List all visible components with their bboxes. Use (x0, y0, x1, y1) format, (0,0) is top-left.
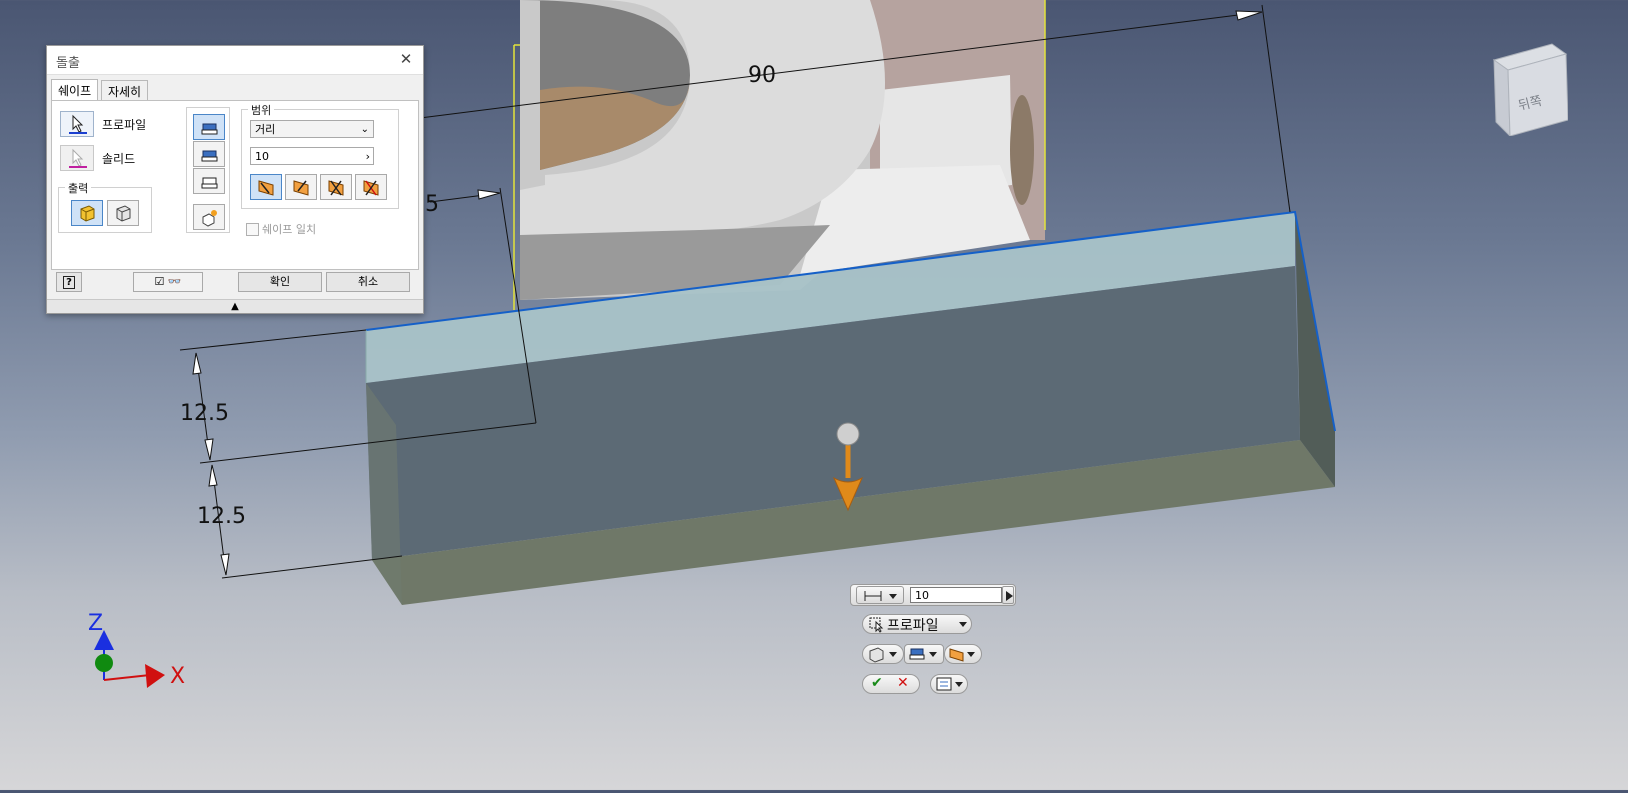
dialog-title: 돌출 (56, 56, 80, 71)
cancel-button[interactable]: 취소 (326, 272, 410, 292)
distance-input[interactable]: 10 › (250, 147, 374, 165)
cancel-x-icon[interactable]: ✕ (897, 675, 909, 691)
axis-z-label: Z (88, 611, 103, 636)
triangle-up-icon: ▲ (231, 301, 239, 312)
mini-ok-cancel-group: ✔ ✕ (862, 674, 920, 694)
dialog-title-bar[interactable]: 돌출 ✕ (47, 46, 423, 75)
asymmetric-button[interactable] (355, 174, 387, 200)
distance-input-value: 10 (255, 150, 269, 163)
ok-button[interactable]: 확인 (238, 272, 322, 292)
axis-x-label: X (170, 664, 185, 689)
mini-profile-button[interactable]: 프로파일 (862, 614, 972, 634)
axis-triad: Z X (88, 611, 185, 689)
profile-label: 프로파일 (102, 118, 147, 132)
output-group: 출력 (58, 180, 152, 233)
output-title: 출력 (65, 180, 92, 196)
solid-label: 솔리드 (102, 152, 136, 166)
extrusion-preview[interactable] (365, 210, 1336, 605)
direction-1-button[interactable] (250, 174, 282, 200)
mini-options-button[interactable] (930, 674, 968, 694)
mini-extent-type-button[interactable] (856, 586, 904, 604)
view-cube[interactable]: 뒤쪽 (1488, 40, 1569, 138)
match-shape-label: 쉐이프 일치 (262, 223, 317, 236)
output-surface-button[interactable] (107, 200, 139, 226)
chevron-down-icon: ⌄ (360, 124, 369, 135)
chevron-right-icon[interactable]: › (366, 148, 370, 166)
mini-output-button[interactable] (862, 644, 904, 664)
dimension-90-label[interactable]: 90 (748, 63, 776, 88)
tab-body: 프로파일 솔리드 출력 범위 거리 ⌄ 10 › 쉐이프 일치 (51, 100, 419, 270)
close-icon[interactable]: ✕ (397, 50, 415, 68)
match-shape-checkbox[interactable] (246, 223, 259, 236)
glasses-icon: 👓 (167, 275, 182, 288)
checkbox-checked-icon: ☑ (154, 275, 165, 288)
extent-type-select[interactable]: 거리 ⌄ (250, 120, 374, 138)
dimension-lower-label[interactable]: 12.5 (197, 504, 246, 529)
output-solid-button[interactable] (71, 200, 103, 226)
mini-play-icon[interactable] (1002, 586, 1014, 604)
collapse-toggle[interactable]: ▲ (47, 299, 423, 313)
intersect-button[interactable] (193, 168, 225, 194)
dimension-upper-label[interactable]: 12.5 (180, 401, 229, 426)
extrude-dialog: 돌출 ✕ 쉐이프 자세히 프로파일 솔리드 출력 범위 거리 ⌄ 10 › 쉐이… (46, 45, 424, 314)
help-button[interactable]: ? (56, 272, 82, 292)
mini-operation-button[interactable] (904, 644, 944, 664)
extent-type-value: 거리 (255, 123, 276, 136)
extents-title: 범위 (248, 102, 275, 118)
tab-shape[interactable]: 쉐이프 (51, 79, 99, 102)
join-button[interactable] (193, 114, 225, 140)
new-solid-button[interactable] (193, 204, 225, 230)
help-icon: ? (63, 276, 75, 289)
mini-direction-button[interactable] (944, 644, 982, 664)
tab-more[interactable]: 자세히 (100, 80, 149, 102)
cut-button[interactable] (193, 141, 225, 167)
symmetric-button[interactable] (320, 174, 352, 200)
checkmark-icon[interactable]: ✔ (871, 675, 883, 691)
direction-2-button[interactable] (285, 174, 317, 200)
mini-distance-input[interactable]: 10 (910, 587, 1002, 603)
preview-toggle[interactable]: ☑ 👓 (133, 272, 203, 292)
mini-profile-label: 프로파일 (887, 618, 939, 634)
solid-select-button[interactable] (60, 145, 94, 171)
profile-select-button[interactable] (60, 111, 94, 137)
operation-group (186, 107, 230, 233)
dialog-tabs: 쉐이프 자세히 (51, 79, 149, 102)
extents-group: 범위 거리 ⌄ 10 › (241, 102, 399, 209)
